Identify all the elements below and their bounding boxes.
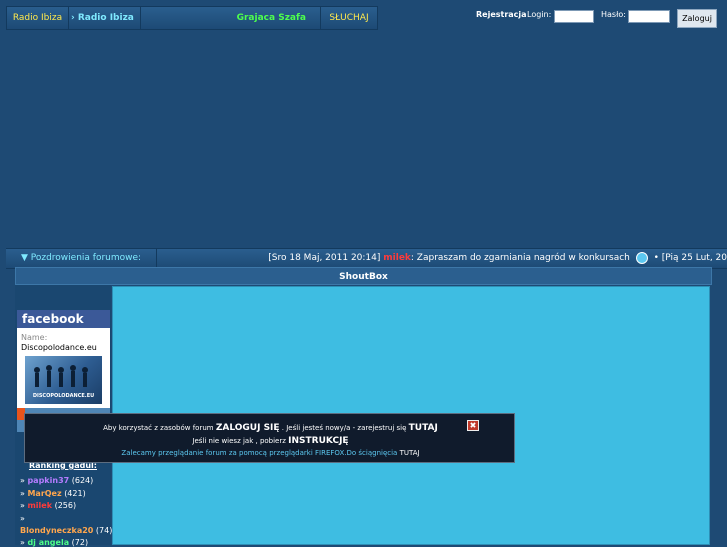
- login-reminder-popup: Aby korzystać z zasobów forum ZALOGUJ SI…: [24, 413, 515, 463]
- popup-firefox-text: Zalecamy przeglądanie forum za pomocą pr…: [121, 449, 398, 457]
- greetings-bar: ▼ Pozdrowienia forumowe: [Sro 18 Maj, 20…: [6, 248, 727, 269]
- ranking-user[interactable]: Blondyneczka20: [20, 526, 93, 535]
- greeting-date: [Sro 18 Maj, 2011 20:14]: [268, 253, 381, 263]
- popup-text: . Jeśli jesteś nowy/a - zarejestruj się: [281, 424, 407, 432]
- ranking-count: (74): [95, 526, 113, 535]
- facebook-image-caption: DISCOPOLODANCE.EU: [32, 393, 95, 399]
- ranking-count: (72): [71, 538, 89, 547]
- ranking-user[interactable]: dj angela: [27, 538, 69, 547]
- popup-text: Aby korzystać z zasobów forum: [103, 424, 214, 432]
- popup-register-link[interactable]: TUTAJ: [409, 423, 438, 433]
- popup-line-3: Zalecamy przeglądanie forum za pomocą pr…: [25, 449, 516, 457]
- popup-line-1: Aby korzystać z zasobów forum ZALOGUJ SI…: [25, 423, 516, 433]
- ranking-count: (624): [71, 476, 94, 485]
- login-button[interactable]: Zaloguj: [677, 9, 717, 28]
- greetings-label[interactable]: ▼ Pozdrowienia forumowe:: [6, 249, 157, 268]
- popup-login-link[interactable]: ZALOGUJ SIĘ: [216, 423, 280, 433]
- ranking-bullet: »: [20, 501, 25, 510]
- popup-firefox-link[interactable]: TUTAJ: [400, 449, 420, 457]
- facebook-name-label: Name:: [21, 333, 48, 342]
- ranking-user[interactable]: milek: [27, 501, 52, 510]
- ranking-bullet: »: [20, 489, 25, 498]
- greeting-separator: • [Pią 25 Lut, 20: [653, 253, 727, 263]
- greeting-message: : Zapraszam do zgarniania nagród w konku…: [410, 253, 630, 263]
- radio-ibiza-scroller[interactable]: › Radio Ibiza: [69, 7, 141, 29]
- ranking-user[interactable]: MarQez: [27, 489, 61, 498]
- triangle-down-icon: ▼: [20, 253, 28, 263]
- top-nav-bar: Radio Ibiza › Radio Ibiza Grajaca Szafa …: [6, 6, 378, 30]
- greeting-user[interactable]: milek: [383, 253, 411, 263]
- facebook-widget[interactable]: facebook Name: Discopolodance.eu DISCOPO…: [17, 310, 110, 408]
- grajaca-szafa-link[interactable]: Grajaca Szafa: [141, 7, 321, 29]
- ranking-count: (256): [54, 501, 77, 510]
- popup-instruction-link[interactable]: INSTRUKCJĘ: [288, 436, 348, 446]
- ranking-count: (421): [64, 489, 86, 498]
- ranking-item[interactable]: » dj angela (72): [20, 538, 88, 547]
- facebook-page-image[interactable]: DISCOPOLODANCE.EU: [25, 356, 102, 404]
- ranking-item[interactable]: »: [20, 514, 25, 523]
- ranking-bullet: »: [20, 538, 25, 547]
- shoutbox-title: ShoutBox: [15, 267, 712, 285]
- ranking-item[interactable]: Blondyneczka20 (74): [20, 526, 112, 535]
- ranking-bullet: »: [20, 476, 25, 485]
- register-link[interactable]: Rejestracja: [476, 10, 527, 19]
- password-input[interactable]: [628, 10, 670, 23]
- ranking-item[interactable]: » milek (256): [20, 501, 76, 510]
- popup-line-2: Jeśli nie wiesz jak , pobierz INSTRUKCJĘ: [25, 436, 516, 446]
- facebook-logo: facebook: [17, 310, 110, 328]
- facebook-name-value[interactable]: Discopolodance.eu: [21, 343, 97, 352]
- ranking-item[interactable]: » MarQez (421): [20, 489, 86, 498]
- login-label: Login:: [527, 10, 552, 19]
- login-input[interactable]: [554, 10, 594, 23]
- greetings-marquee: [Sro 18 Maj, 2011 20:14] milek: Zaprasza…: [166, 249, 727, 268]
- ranking-bullet: »: [20, 514, 25, 523]
- close-icon[interactable]: ✖: [467, 420, 479, 431]
- radio-ibiza-link[interactable]: Radio Ibiza: [7, 7, 69, 29]
- smiley-icon: [635, 251, 648, 264]
- ranking-item[interactable]: » papkin37 (624): [20, 476, 93, 485]
- password-label: Hasło:: [601, 10, 626, 19]
- popup-text: Jeśli nie wiesz jak , pobierz: [192, 437, 286, 445]
- greetings-label-text: Pozdrowienia forumowe:: [30, 253, 142, 263]
- sluchaj-link[interactable]: SŁUCHAJ: [321, 7, 377, 29]
- ranking-user[interactable]: papkin37: [27, 476, 69, 485]
